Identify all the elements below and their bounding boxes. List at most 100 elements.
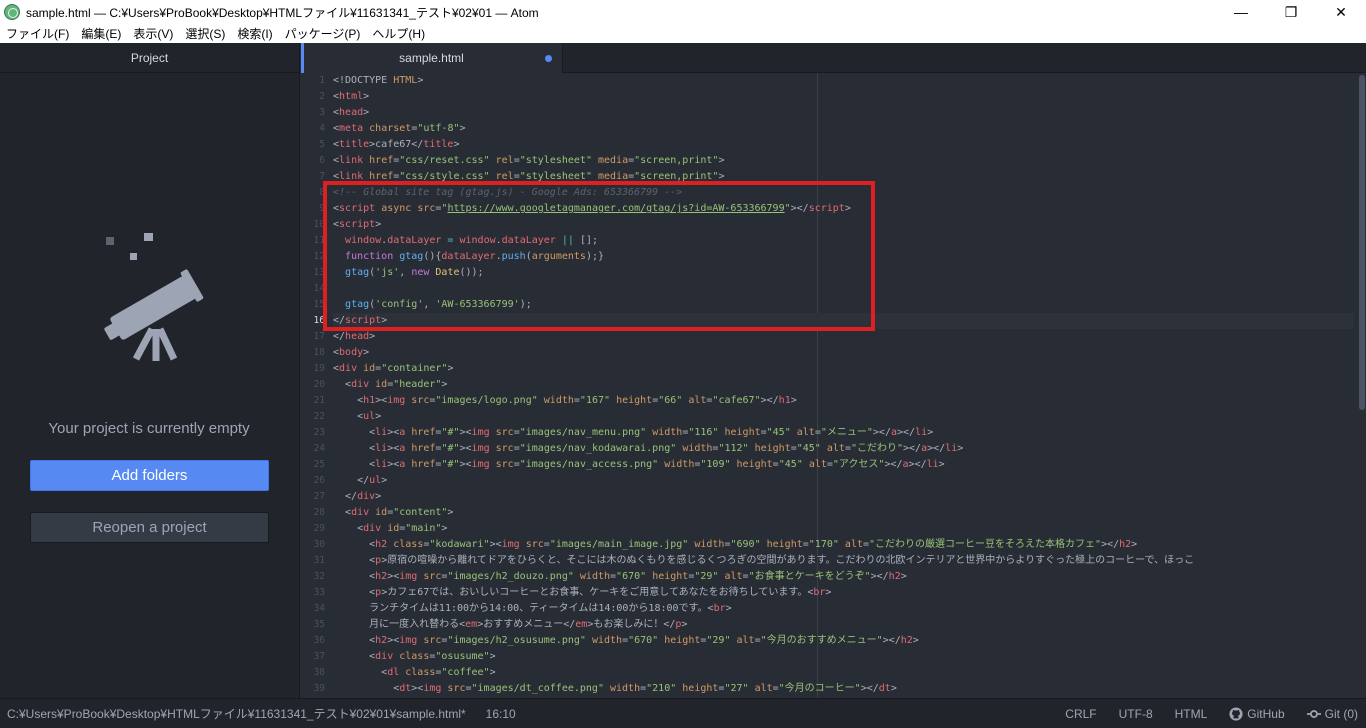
line-number[interactable]: 33 (301, 585, 325, 601)
file-path[interactable]: C:¥Users¥ProBook¥Desktop¥HTMLファイル¥116313… (7, 705, 466, 722)
code-line[interactable]: <h2><img src="images/h2_douzo.png" width… (333, 569, 1354, 585)
code-line[interactable]: window.dataLayer = window.dataLayer || [… (333, 233, 1354, 249)
modified-dot-icon[interactable] (545, 55, 552, 62)
cursor-position[interactable]: 16:10 (486, 707, 516, 721)
code-line[interactable]: <h2><img src="images/h2_osusume.png" wid… (333, 633, 1354, 649)
line-number[interactable]: 18 (301, 345, 325, 361)
code-line[interactable]: <link href="css/reset.css" rel="styleshe… (333, 153, 1354, 169)
code-line[interactable]: <li><a href="#"><img src="images/nav_kod… (333, 441, 1354, 457)
close-button[interactable]: ✕ (1316, 0, 1366, 24)
line-number[interactable]: 4 (301, 121, 325, 137)
code-line[interactable]: <ul> (333, 409, 1354, 425)
code-line[interactable]: <p>カフェ67では、おいしいコーヒーとお食事、ケーキをご用意してあなたをお待ち… (333, 585, 1354, 601)
line-number[interactable]: 29 (301, 521, 325, 537)
line-number[interactable]: 17 (301, 329, 325, 345)
line-number[interactable]: 32 (301, 569, 325, 585)
code-line[interactable]: <!DOCTYPE HTML> (333, 73, 1354, 89)
code-line[interactable]: gtag('config', 'AW-653366799'); (333, 297, 1354, 313)
encoding-selector[interactable]: UTF-8 (1119, 707, 1153, 721)
code-line[interactable]: <!-- Global site tag (gtag.js) - Google … (333, 185, 1354, 201)
code-line[interactable]: gtag('js', new Date()); (333, 265, 1354, 281)
line-number[interactable]: 31 (301, 553, 325, 569)
line-number[interactable]: 28 (301, 505, 325, 521)
code-line[interactable]: <script> (333, 217, 1354, 233)
code-line[interactable]: <link href="css/style.css" rel="styleshe… (333, 169, 1354, 185)
line-number[interactable]: 15 (301, 297, 325, 313)
line-number[interactable]: 35 (301, 617, 325, 633)
code-line[interactable]: <div id="container"> (333, 361, 1354, 377)
line-number[interactable]: 38 (301, 665, 325, 681)
menu-packages[interactable]: パッケージ(P) (279, 25, 367, 42)
code-line[interactable]: <div id="main"> (333, 521, 1354, 537)
line-number[interactable]: 9 (301, 201, 325, 217)
git-button[interactable]: Git (0) (1306, 707, 1358, 721)
code-line[interactable]: </script> (333, 313, 1354, 329)
code-line[interactable]: <div class="osusume"> (333, 649, 1354, 665)
code-line[interactable]: <script async src="https://www.googletag… (333, 201, 1354, 217)
code-line[interactable]: ランチタイムは11:00から14:00、ティータイムは14:00から18:00で… (333, 601, 1354, 617)
line-number[interactable]: 36 (301, 633, 325, 649)
line-number[interactable]: 24 (301, 441, 325, 457)
code-editor[interactable]: 1 2 3 4 5 6 7 8 9 10 11 12 13 14 15 16 17 18 19 20 21 22 23 24 2… (301, 73, 1366, 698)
code-line[interactable]: <dt><img src="images/dt_coffee.png" widt… (333, 681, 1354, 697)
menu-view[interactable]: 表示(V) (127, 25, 179, 42)
tab-sample-html[interactable]: sample.html (301, 43, 563, 73)
line-number[interactable]: 3 (301, 105, 325, 121)
code-line[interactable]: <li><a href="#"><img src="images/nav_men… (333, 425, 1354, 441)
line-number[interactable]: 1 (301, 73, 325, 89)
line-number[interactable]: 19 (301, 361, 325, 377)
menu-help[interactable]: ヘルプ(H) (366, 25, 431, 42)
menu-find[interactable]: 検索(I) (231, 25, 278, 42)
line-number[interactable]: 11 (301, 233, 325, 249)
code-line[interactable]: <meta charset="utf-8"> (333, 121, 1354, 137)
code-line[interactable]: </head> (333, 329, 1354, 345)
code-line[interactable]: <div id="header"> (333, 377, 1354, 393)
line-number[interactable]: 8 (301, 185, 325, 201)
line-number[interactable]: 10 (301, 217, 325, 233)
code-line[interactable]: <p>原宿の喧噪から離れてドアをひらくと、そこには木のぬくもりを感じるくつろぎの… (333, 553, 1354, 569)
code-line[interactable]: <html> (333, 89, 1354, 105)
minimize-button[interactable]: — (1216, 0, 1266, 24)
line-number[interactable]: 21 (301, 393, 325, 409)
line-number[interactable]: 37 (301, 649, 325, 665)
line-number[interactable]: 30 (301, 537, 325, 553)
line-ending-selector[interactable]: CRLF (1065, 707, 1096, 721)
line-number[interactable]: 13 (301, 265, 325, 281)
line-number[interactable]: 27 (301, 489, 325, 505)
menu-file[interactable]: ファイル(F) (0, 25, 75, 42)
line-number[interactable]: 23 (301, 425, 325, 441)
add-folders-button[interactable]: Add folders (30, 460, 269, 491)
line-number[interactable]: 6 (301, 153, 325, 169)
line-number[interactable]: 5 (301, 137, 325, 153)
line-number[interactable]: 22 (301, 409, 325, 425)
code-line[interactable]: <body> (333, 345, 1354, 361)
vertical-scrollbar[interactable] (1357, 73, 1366, 698)
code-line[interactable]: <title>cafe67</title> (333, 137, 1354, 153)
code-line[interactable]: <h2 class="kodawari"><img src="images/ma… (333, 537, 1354, 553)
line-number[interactable]: 25 (301, 457, 325, 473)
line-number[interactable]: 7 (301, 169, 325, 185)
code-line[interactable]: </ul> (333, 473, 1354, 489)
code-line[interactable]: <h1><img src="images/logo.png" width="16… (333, 393, 1354, 409)
line-number[interactable]: 26 (301, 473, 325, 489)
code-line[interactable]: <div id="content"> (333, 505, 1354, 521)
scrollbar-thumb[interactable] (1359, 75, 1365, 410)
code-line[interactable]: <head> (333, 105, 1354, 121)
code-line[interactable]: 月に一度入れ替わる<em>おすすめメニュー</em>もお楽しみに！</p> (333, 617, 1354, 633)
code-line[interactable]: <li><a href="#"><img src="images/nav_acc… (333, 457, 1354, 473)
line-number[interactable]: 34 (301, 601, 325, 617)
github-button[interactable]: GitHub (1229, 707, 1285, 721)
line-number[interactable]: 16 (301, 313, 325, 329)
code-line[interactable]: function gtag(){dataLayer.push(arguments… (333, 249, 1354, 265)
line-number[interactable]: 2 (301, 89, 325, 105)
code-line[interactable]: </div> (333, 489, 1354, 505)
line-number[interactable]: 39 (301, 681, 325, 697)
code-line[interactable] (333, 281, 1354, 297)
line-number[interactable]: 12 (301, 249, 325, 265)
line-number[interactable]: 14 (301, 281, 325, 297)
line-number[interactable]: 20 (301, 377, 325, 393)
menu-selection[interactable]: 選択(S) (179, 25, 231, 42)
code-lines[interactable]: <!DOCTYPE HTML> <html> <head> <meta char… (333, 73, 1354, 698)
maximize-button[interactable]: ❐ (1266, 0, 1316, 24)
menu-edit[interactable]: 編集(E) (75, 25, 127, 42)
